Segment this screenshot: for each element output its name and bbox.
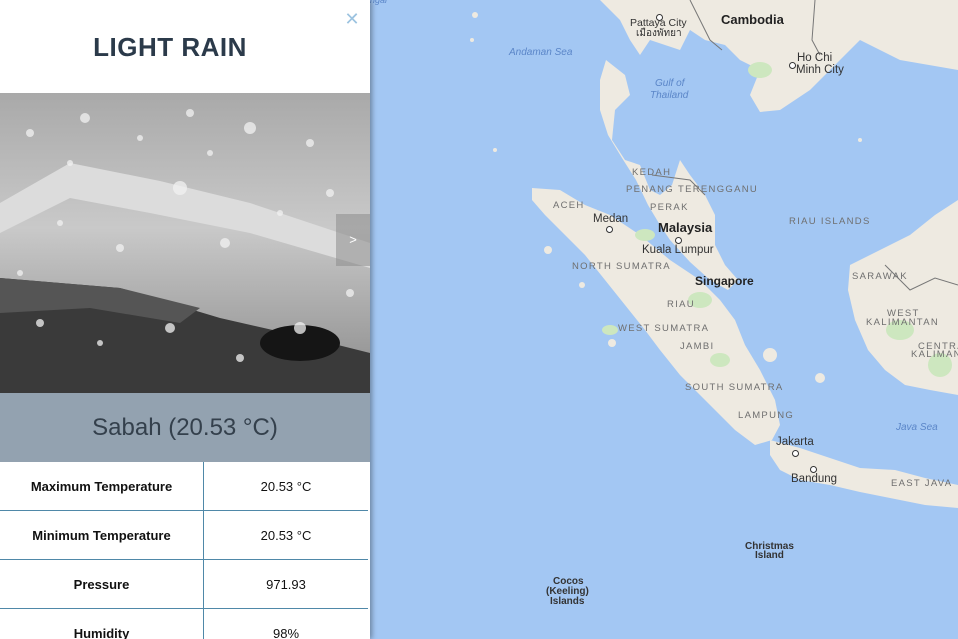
map-label-sarawak: SARAWAK <box>852 271 908 282</box>
map-label-thailand: Thailand <box>650 90 689 101</box>
city-marker-kuala-lumpur[interactable] <box>675 237 682 244</box>
map-label-hochiminh-1: Ho Chi <box>797 52 833 64</box>
map-label-aceh: ACEH <box>553 200 585 211</box>
row-label: Maximum Temperature <box>0 462 204 510</box>
map-label-singapore: Singapore <box>695 274 754 288</box>
weather-photo: > <box>0 93 370 393</box>
map-label-west-sumatra: WEST SUMATRA <box>618 323 710 334</box>
map-label-malaysia: Malaysia <box>658 220 713 235</box>
map-label-islands: Islands <box>550 596 585 607</box>
map-label-bandung: Bandung <box>791 473 838 485</box>
map-label-andaman-sea: Andaman Sea <box>509 47 573 58</box>
map-label-kedah: KEDAH <box>632 167 672 178</box>
row-value: 971.93 <box>266 576 306 592</box>
map-label-perak: PERAK <box>650 202 689 213</box>
city-marker-pattaya[interactable] <box>656 14 663 21</box>
map-label-cambodia: Cambodia <box>721 12 784 27</box>
map-label-west-kalimantan-2: KALIMANTAN <box>866 317 940 328</box>
chevron-right-icon: > <box>349 232 357 247</box>
row-label: Pressure <box>0 560 204 608</box>
close-icon[interactable]: ✕ <box>344 10 360 28</box>
map-label-lampung: LAMPUNG <box>738 410 795 421</box>
map-label-kuala-lumpur: Kuala Lumpur <box>642 244 714 256</box>
row-value: 20.53 °C <box>260 478 312 494</box>
map-label-riau: RIAU <box>667 299 695 310</box>
map-label-east-java: EAST JAVA <box>891 478 953 489</box>
map-label-riau-islands: RIAU ISLANDS <box>789 216 871 227</box>
map-label-north-sumatra: NORTH SUMATRA <box>572 261 671 272</box>
map-label-central-kalimantan-2: KALIMAN <box>911 349 958 360</box>
table-row: Pressure 971.93 <box>0 560 368 609</box>
map-label-christmas-island: Island <box>755 550 784 561</box>
map-label-south-sumatra: SOUTH SUMATRA <box>685 382 784 393</box>
weather-panel: ✕ LIGHT RAIN > Sabah (20.53 °C) Maximum … <box>0 0 370 639</box>
rain-on-glass-image <box>0 93 370 393</box>
map-label-partial: ngai <box>370 0 388 5</box>
location-banner: Sabah (20.53 °C) <box>0 393 370 462</box>
row-value: 20.53 °C <box>260 527 312 543</box>
map-label-gulf: Gulf of <box>655 78 685 89</box>
weather-condition-title: LIGHT RAIN <box>93 32 247 62</box>
row-value: 98% <box>272 625 300 639</box>
map-label-terengganu: TERENGGANU <box>678 184 759 195</box>
row-label: Minimum Temperature <box>0 511 204 559</box>
map-label-medan: Medan <box>593 213 629 225</box>
map-label-hochiminh-2: Minh City <box>796 64 844 76</box>
weather-details-table: Maximum Temperature 20.53 °C Minimum Tem… <box>0 462 368 639</box>
city-marker-medan[interactable] <box>606 226 613 233</box>
table-row: Humidity 98% <box>0 609 368 639</box>
map-label-pattaya-thai: เมืองพัทยา <box>636 28 682 39</box>
table-row: Maximum Temperature 20.53 °C <box>0 462 368 511</box>
table-row: Minimum Temperature 20.53 °C <box>0 511 368 560</box>
map-label-jakarta: Jakarta <box>776 436 814 448</box>
map-label-jambi: JAMBI <box>680 341 715 352</box>
row-label: Humidity <box>0 609 204 639</box>
city-marker-jakarta[interactable] <box>792 450 799 457</box>
next-image-button[interactable]: > <box>336 214 370 266</box>
location-temperature: Sabah (20.53 °C) <box>92 413 278 441</box>
map-label-java-sea: Java Sea <box>896 422 938 433</box>
city-marker-hochiminh[interactable] <box>789 62 796 69</box>
city-marker-bandung[interactable] <box>810 466 817 473</box>
map-label-penang: PENANG <box>626 184 674 195</box>
